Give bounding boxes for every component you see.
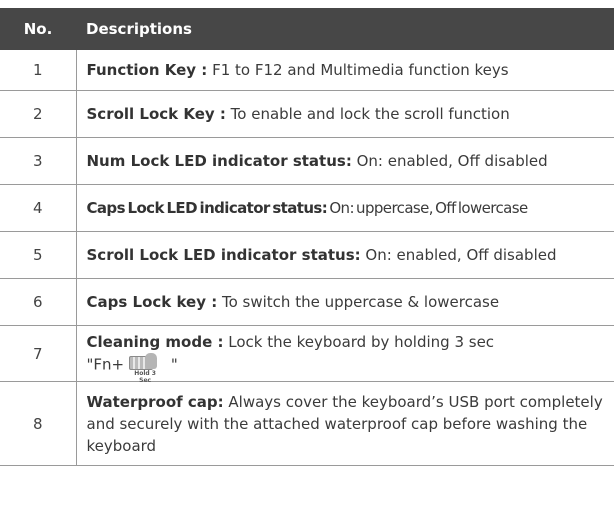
table-row: 6 Caps Lock key : To switch the uppercas… — [0, 278, 614, 326]
table-row: 3 Num Lock LED indicator status: On: ena… — [0, 137, 614, 185]
row-description: Cleaning mode : Lock the keyboard by hol… — [76, 325, 614, 384]
row-term: Num Lock LED indicator status: — [86, 152, 352, 170]
row-description: Caps Lock key : To switch the uppercase … — [76, 278, 614, 326]
heading-fragment — [0, 0, 614, 6]
header-no: No. — [0, 8, 76, 50]
hotkey-prefix: "Fn+ — [86, 355, 125, 373]
row-term: Caps Lock LED indicator status: — [86, 199, 328, 217]
table-row: 5 Scroll Lock LED indicator status: On: … — [0, 231, 614, 279]
table-row: 1 Function Key : F1 to F12 and Multimedi… — [0, 50, 614, 91]
row-description: Num Lock LED indicator status: On: enabl… — [76, 137, 614, 185]
row-description: Function Key : F1 to F12 and Multimedia … — [76, 50, 614, 91]
table-row: 4 Caps Lock LED indicator status: On: up… — [0, 184, 614, 232]
row-description: Scroll Lock Key : To enable and lock the… — [76, 90, 614, 138]
row-number: 4 — [0, 184, 77, 232]
table-row: 7 Cleaning mode : Lock the keyboard by h… — [0, 325, 614, 384]
hotkey-suffix: " — [166, 355, 178, 373]
table-row: 8 Waterproof cap: Always cover the keybo… — [0, 381, 614, 466]
hold-caption: Hold 3 Sec — [134, 369, 156, 384]
row-text: To enable and lock the scroll function — [225, 105, 510, 123]
row-text: F1 to F12 and Multimedia function keys — [207, 61, 509, 79]
row-number: 1 — [0, 50, 77, 91]
row-number: 7 — [0, 325, 77, 382]
row-text: On: uppercase, Off lowercase — [327, 199, 528, 217]
table-row: 2 Scroll Lock Key : To enable and lock t… — [0, 90, 614, 138]
row-text: Lock the keyboard by holding 3 sec — [223, 332, 495, 351]
row-number: 2 — [0, 90, 77, 138]
row-term: Scroll Lock LED indicator status: — [86, 246, 361, 264]
row-text: On: enabled, Off disabled — [360, 246, 557, 264]
row-term: Waterproof cap: — [86, 392, 224, 411]
row-description: Caps Lock LED indicator status: On: uppe… — [76, 184, 614, 232]
row-number: 8 — [0, 381, 77, 466]
row-text: To switch the uppercase & lowercase — [217, 293, 500, 311]
table-header-row: No. Descriptions — [0, 8, 614, 50]
row-term: Cleaning mode : — [86, 332, 224, 351]
row-term: Scroll Lock Key : — [86, 105, 226, 123]
keyboard-hand-icon: Hold 3 Sec — [128, 352, 162, 384]
header-descriptions: Descriptions — [76, 8, 614, 50]
row-number: 3 — [0, 137, 77, 185]
row-number: 5 — [0, 231, 77, 279]
row-description: Waterproof cap: Always cover the keyboar… — [76, 381, 614, 466]
row-term: Function Key : — [86, 61, 208, 79]
row-term: Caps Lock key : — [86, 293, 218, 311]
descriptions-table: No. Descriptions 1 Function Key : F1 to … — [0, 8, 614, 466]
row-number: 6 — [0, 278, 77, 326]
row-description: Scroll Lock LED indicator status: On: en… — [76, 231, 614, 279]
row-text: On: enabled, Off disabled — [351, 152, 548, 170]
